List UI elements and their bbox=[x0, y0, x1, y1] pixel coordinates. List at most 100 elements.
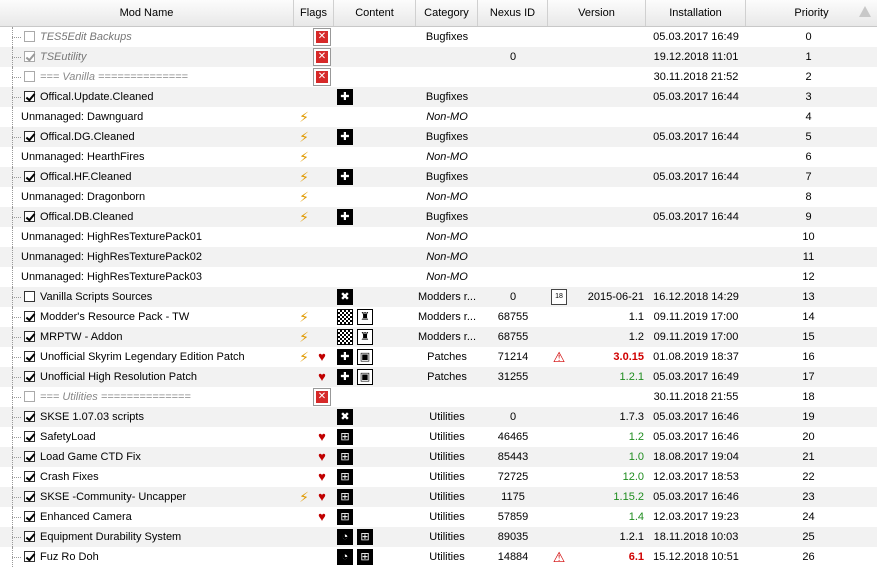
mod-row[interactable]: SKSE 1.07.03 scripts ✖ Utilities 0 1.7.3 05.0… bbox=[0, 407, 877, 427]
tree-line bbox=[12, 227, 13, 247]
tree-branch bbox=[12, 417, 21, 418]
header-category[interactable]: Category bbox=[416, 0, 478, 26]
mod-row[interactable]: Unmanaged: HighResTexturePack02 Non-MO 11 bbox=[0, 247, 877, 267]
mod-priority: 7 bbox=[805, 171, 812, 183]
mod-row[interactable]: Enhanced Camera ♥ ⊞ Utilities 57859 1.4 12.03.… bbox=[0, 507, 877, 527]
header-mod-name[interactable]: Mod Name bbox=[0, 0, 294, 26]
mod-version bbox=[570, 187, 644, 207]
mod-row[interactable]: Equipment Durability System ◔ ⊞ Utilities 89… bbox=[0, 527, 877, 547]
mod-row[interactable]: Vanilla Scripts Sources ✖ Modders r... 0 18 2… bbox=[0, 287, 877, 307]
scripts-tools-icon: ✖ bbox=[337, 289, 353, 305]
mod-row[interactable]: Unmanaged: Dawnguard ⚡ Non-MO 4 bbox=[0, 107, 877, 127]
header-content[interactable]: Content bbox=[334, 0, 416, 26]
mod-enabled-checkbox[interactable] bbox=[24, 71, 35, 82]
tree-branch bbox=[12, 397, 21, 398]
header-flags[interactable]: Flags bbox=[294, 0, 334, 26]
mod-enabled-checkbox[interactable] bbox=[24, 291, 35, 302]
tree-branch bbox=[12, 557, 21, 558]
mod-row[interactable]: Unofficial High Resolution Patch ♥ ✚ ▣ Patch… bbox=[0, 367, 877, 387]
mod-priority: 1 bbox=[805, 51, 812, 63]
mod-name: SKSE 1.07.03 scripts bbox=[40, 411, 144, 423]
mod-enabled-checkbox[interactable] bbox=[24, 51, 35, 62]
mod-enabled-checkbox[interactable] bbox=[24, 351, 35, 362]
mod-nexus-id: 68755 bbox=[497, 331, 529, 343]
mod-row[interactable]: === Utilities ============== ✕ 30.11.2018 … bbox=[0, 387, 877, 407]
mod-row[interactable]: MRPTW - Addon ⚡ ♜ Modders r... 68755 1.2 09.11… bbox=[0, 327, 877, 347]
mod-row[interactable]: Offical.HF.Cleaned ⚡ ✚ Bugfixes 05.03.2017 1… bbox=[0, 167, 877, 187]
tree-branch bbox=[12, 377, 21, 378]
mod-enabled-checkbox[interactable] bbox=[24, 491, 35, 502]
mod-installation-date: 15.12.2018 10:51 bbox=[653, 551, 739, 563]
endorsed-heart-icon: ♥ bbox=[318, 469, 326, 484]
mod-name: Fuz Ro Doh bbox=[40, 551, 99, 563]
mod-version: 1.2 bbox=[628, 331, 644, 343]
mod-enabled-checkbox[interactable] bbox=[24, 451, 35, 462]
mod-row[interactable]: Unofficial Skyrim Legendary Edition Patc… bbox=[0, 347, 877, 367]
mod-row[interactable]: SafetyLoad ♥ ⊞ Utilities 46465 1.2 05.03.2017 … bbox=[0, 427, 877, 447]
mod-enabled-checkbox[interactable] bbox=[24, 411, 35, 422]
mod-row[interactable]: Unmanaged: HighResTexturePack03 Non-MO 12 bbox=[0, 267, 877, 287]
mod-category: Non-MO bbox=[426, 231, 468, 243]
mod-enabled-checkbox[interactable] bbox=[24, 471, 35, 482]
mod-row[interactable]: Offical.DG.Cleaned ⚡ ✚ Bugfixes 05.03.2017 1… bbox=[0, 127, 877, 147]
mod-nexus-id: 85443 bbox=[497, 451, 529, 463]
mod-enabled-checkbox[interactable] bbox=[24, 91, 35, 102]
mod-enabled-checkbox[interactable] bbox=[24, 31, 35, 42]
mod-enabled-checkbox[interactable] bbox=[24, 371, 35, 382]
plugin-puzzle-icon: ✚ bbox=[337, 349, 353, 365]
mcm-clock-icon: ◔ bbox=[337, 529, 353, 545]
alternate-bolt-icon: ⚡ bbox=[299, 349, 309, 365]
mod-row[interactable]: TSEutility ✕ 0 19.12.2018 11:01 1 bbox=[0, 47, 877, 67]
mod-enabled-checkbox[interactable] bbox=[24, 391, 35, 402]
mod-enabled-checkbox[interactable] bbox=[24, 331, 35, 342]
mod-row[interactable]: Crash Fixes ♥ ⊞ Utilities 72725 12.0 12.03.201… bbox=[0, 467, 877, 487]
skse-plugin-icon: ⊞ bbox=[337, 429, 353, 445]
mod-priority: 4 bbox=[805, 111, 812, 123]
mod-category: Bugfixes bbox=[425, 91, 469, 103]
mod-priority: 26 bbox=[802, 551, 815, 563]
mod-enabled-checkbox[interactable] bbox=[24, 311, 35, 322]
mod-row[interactable]: Unmanaged: HearthFires ⚡ Non-MO 6 bbox=[0, 147, 877, 167]
mod-row[interactable]: Unmanaged: Dragonborn ⚡ Non-MO 8 bbox=[0, 187, 877, 207]
mod-enabled-checkbox[interactable] bbox=[24, 531, 35, 542]
mod-row[interactable]: Modder's Resource Pack - TW ⚡ ♜ Modders r..… bbox=[0, 307, 877, 327]
alternate-bolt-icon: ⚡ bbox=[299, 329, 309, 345]
mod-row[interactable]: Load Game CTD Fix ♥ ⊞ Utilities 85443 1.0 18.0… bbox=[0, 447, 877, 467]
mod-enabled-checkbox[interactable] bbox=[24, 211, 35, 222]
mod-row[interactable]: === Vanilla ============== ✕ 30.11.2018 21… bbox=[0, 67, 877, 87]
mod-version bbox=[570, 267, 644, 287]
mod-installation-date: 19.12.2018 11:01 bbox=[653, 51, 739, 63]
mod-enabled-checkbox[interactable] bbox=[24, 551, 35, 562]
mod-enabled-checkbox[interactable] bbox=[24, 431, 35, 442]
mod-enabled-checkbox[interactable] bbox=[24, 171, 35, 182]
tree-branch bbox=[12, 297, 21, 298]
mod-priority: 8 bbox=[805, 191, 812, 203]
endorsed-heart-icon: ♥ bbox=[318, 449, 326, 464]
mod-row[interactable]: Offical.DB.Cleaned ⚡ ✚ Bugfixes 05.03.2017 1… bbox=[0, 207, 877, 227]
mod-priority: 5 bbox=[805, 131, 812, 143]
mod-row[interactable]: Fuz Ro Doh ◔ ⊞ Utilities 14884 ⚠ 6.1 15.12.2018… bbox=[0, 547, 877, 567]
mod-installation-date: 18.08.2017 19:04 bbox=[653, 451, 739, 463]
alternate-bolt-icon: ⚡ bbox=[299, 209, 309, 225]
mod-enabled-checkbox[interactable] bbox=[24, 131, 35, 142]
mod-name: === Utilities ============== bbox=[40, 391, 191, 403]
mod-row[interactable]: Unmanaged: HighResTexturePack01 Non-MO 10 bbox=[0, 227, 877, 247]
mod-nexus-id: 71214 bbox=[497, 351, 529, 363]
mod-nexus-id bbox=[478, 147, 548, 167]
mod-name: Crash Fixes bbox=[40, 471, 99, 483]
interface-cube-icon: ▣ bbox=[357, 349, 373, 365]
meshes-icon: ♜ bbox=[357, 309, 373, 325]
mod-enabled-checkbox[interactable] bbox=[24, 511, 35, 522]
header-priority[interactable]: Priority bbox=[746, 0, 877, 26]
error-x-icon: ✕ bbox=[313, 388, 331, 406]
mod-row[interactable]: Offical.Update.Cleaned ✚ Bugfixes 05.03.201… bbox=[0, 87, 877, 107]
header-version[interactable]: Version bbox=[548, 0, 646, 26]
header-nexus-id[interactable]: Nexus ID bbox=[478, 0, 548, 26]
mod-installation-date: 05.03.2017 16:44 bbox=[653, 211, 739, 223]
skse-plugin-icon: ⊞ bbox=[337, 469, 353, 485]
mod-version: 1.2.1 bbox=[619, 531, 644, 543]
mod-row[interactable]: TES5Edit Backups ✕ Bugfixes 05.03.2017 16:4… bbox=[0, 27, 877, 47]
header-installation[interactable]: Installation bbox=[646, 0, 746, 26]
mod-nexus-id bbox=[478, 27, 548, 47]
mod-row[interactable]: SKSE -Community- Uncapper ⚡ ♥ ⊞ Utilities 117… bbox=[0, 487, 877, 507]
